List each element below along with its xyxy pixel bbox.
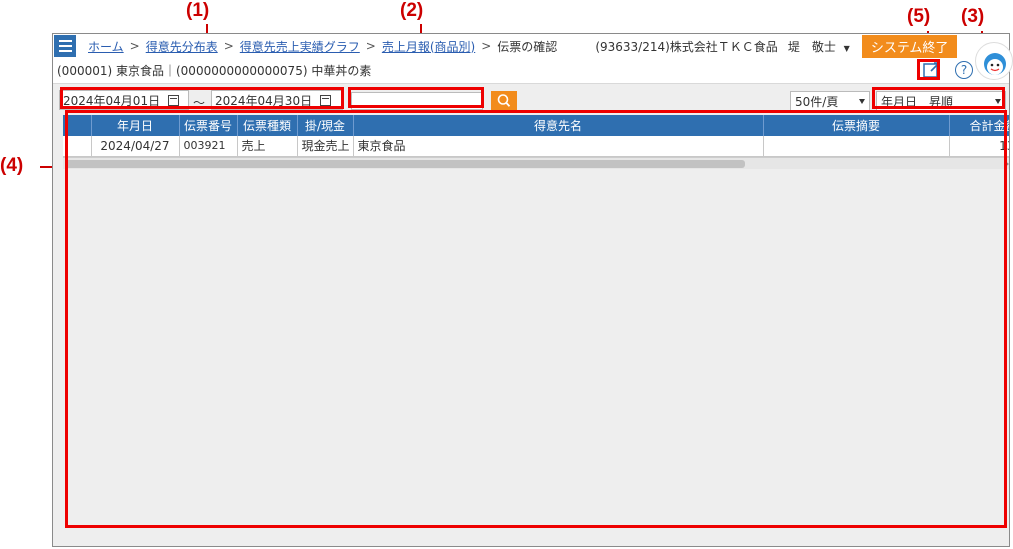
date-from-value: 2024年04月01日 bbox=[63, 93, 161, 108]
column-header-summary[interactable]: 伝票摘要 bbox=[763, 115, 950, 136]
help-icon[interactable]: ? bbox=[955, 61, 973, 79]
company-name: (93633/214)株式会社ＴＫＣ食品 bbox=[595, 39, 778, 54]
date-from-field[interactable]: 2024年04月01日 bbox=[59, 90, 189, 110]
breadcrumb-customer-distribution[interactable]: 得意先分布表 bbox=[146, 38, 218, 55]
search-icon bbox=[497, 94, 511, 107]
column-header-payment[interactable]: 掛/現金 bbox=[297, 115, 354, 136]
breadcrumb-current: 伝票の確認 bbox=[497, 39, 558, 54]
callout-2: (2) bbox=[400, 0, 424, 21]
per-page-select[interactable]: 50件/頁 bbox=[790, 91, 870, 111]
cell-summary bbox=[763, 136, 950, 157]
slip-list-grid: 年月日 伝票番号 伝票種類 掛/現金 得意先名 伝票摘要 合計金額 2024/ bbox=[63, 115, 1009, 169]
table-header-row: 年月日 伝票番号 伝票種類 掛/現金 得意先名 伝票摘要 合計金額 bbox=[63, 115, 1009, 136]
horizontal-scrollbar[interactable] bbox=[63, 156, 1009, 169]
column-header-slip-type[interactable]: 伝票種類 bbox=[237, 115, 298, 136]
sort-order-value: 年月日 昇順 bbox=[881, 94, 954, 109]
column-header-select bbox=[63, 115, 92, 136]
calendar-icon[interactable] bbox=[320, 94, 332, 106]
cell-slip-type: 売上 bbox=[237, 136, 298, 157]
chevron-down-icon bbox=[859, 99, 865, 104]
breadcrumb-separator: > bbox=[481, 39, 492, 53]
breadcrumb-separator: > bbox=[223, 39, 234, 53]
callout-5: (5) bbox=[907, 6, 931, 27]
row-select-cell[interactable] bbox=[63, 136, 92, 157]
user-name: 堤 敬士 bbox=[787, 39, 836, 54]
context-bar: (000001) 東京食品｜(0000000000000075) 中華丼の素 bbox=[53, 58, 1009, 84]
date-range-tilde: ～ bbox=[193, 96, 206, 110]
calendar-icon[interactable] bbox=[168, 94, 180, 106]
grid-viewport: 年月日 伝票番号 伝票種類 掛/現金 得意先名 伝票摘要 合計金額 2024/ bbox=[63, 115, 1009, 157]
search-button[interactable] bbox=[491, 91, 517, 110]
top-bar: ホーム > 得意先分布表 > 得意先売上実績グラフ > 売上月報(商品別) > … bbox=[53, 34, 1009, 58]
breadcrumb-separator: > bbox=[365, 39, 376, 53]
slip-table: 年月日 伝票番号 伝票種類 掛/現金 得意先名 伝票摘要 合計金額 2024/ bbox=[63, 115, 1009, 157]
callout-4: (4) bbox=[0, 155, 24, 176]
cell-date: 2024/04/27 bbox=[91, 136, 180, 157]
app-window: ホーム > 得意先分布表 > 得意先売上実績グラフ > 売上月報(商品別) > … bbox=[52, 33, 1010, 547]
breadcrumb-sales-graph[interactable]: 得意先売上実績グラフ bbox=[240, 38, 360, 55]
scrollbar-thumb[interactable] bbox=[65, 159, 745, 168]
breadcrumb-home[interactable]: ホーム bbox=[88, 38, 124, 55]
context-label: (000001) 東京食品｜(0000000000000075) 中華丼の素 bbox=[57, 64, 372, 78]
open-new-window-icon[interactable] bbox=[923, 62, 941, 78]
callout-1: (1) bbox=[186, 0, 210, 21]
user-menu[interactable]: 堤 敬士 ▼ bbox=[788, 38, 850, 55]
column-header-slip-number[interactable]: 伝票番号 bbox=[179, 115, 238, 136]
scroll-right-arrow-icon[interactable] bbox=[1004, 159, 1009, 168]
table-row[interactable]: 2024/04/27 003921 売上 現金売上 東京食品 13,50 bbox=[63, 136, 1009, 157]
per-page-value: 50件/頁 bbox=[795, 94, 839, 109]
breadcrumb-monthly-sales[interactable]: 売上月報(商品別) bbox=[382, 38, 475, 55]
filter-bar: 2024年04月01日 ～ 2024年04月30日 50件/頁 年月日 昇順 bbox=[53, 84, 1009, 114]
cell-payment: 現金売上 bbox=[297, 136, 354, 157]
menu-icon[interactable] bbox=[54, 35, 76, 57]
column-header-date[interactable]: 年月日 bbox=[91, 115, 180, 136]
date-to-value: 2024年04月30日 bbox=[215, 93, 313, 108]
chevron-down-icon: ▼ bbox=[843, 43, 850, 53]
cell-slip-number: 003921 bbox=[179, 136, 238, 157]
system-exit-button[interactable]: システム終了 bbox=[861, 34, 958, 58]
cell-total: 13,50 bbox=[949, 136, 1009, 157]
search-input[interactable] bbox=[351, 92, 483, 110]
cell-customer: 東京食品 bbox=[353, 136, 764, 157]
breadcrumb-separator: > bbox=[129, 39, 140, 53]
callout-3: (3) bbox=[961, 6, 985, 27]
date-to-field[interactable]: 2024年04月30日 bbox=[211, 90, 343, 110]
screenshot-stage: (1) (2) (5) (3) (4) ホーム > 得意先分布表 > 得意先売上… bbox=[0, 0, 1013, 549]
column-header-total[interactable]: 合計金額 bbox=[949, 115, 1009, 136]
column-header-customer[interactable]: 得意先名 bbox=[353, 115, 764, 136]
mascot-avatar[interactable] bbox=[975, 42, 1013, 80]
chevron-down-icon bbox=[995, 99, 1001, 104]
sort-order-select[interactable]: 年月日 昇順 bbox=[876, 91, 1006, 111]
